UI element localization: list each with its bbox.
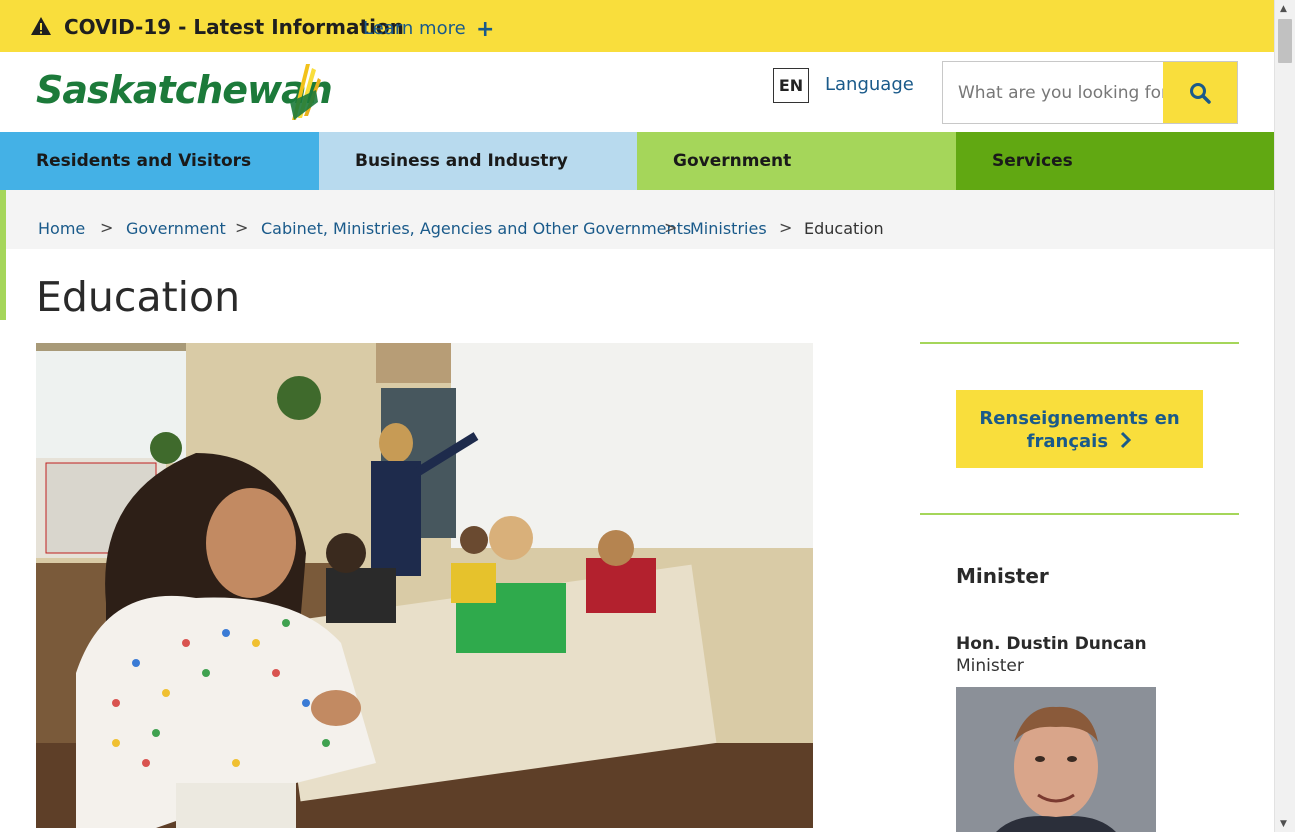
learn-more-link[interactable]: Learn more bbox=[363, 18, 466, 39]
chevron-right-icon bbox=[1121, 431, 1132, 449]
warning-icon bbox=[31, 17, 51, 35]
nav-residents-and-visitors[interactable]: Residents and Visitors bbox=[0, 132, 319, 190]
wheat-sheaf-icon bbox=[290, 64, 321, 120]
breadcrumb-home[interactable]: Home bbox=[38, 219, 85, 238]
scrollbar-thumb[interactable] bbox=[1278, 19, 1292, 63]
nav-services[interactable]: Services bbox=[956, 132, 1274, 190]
breadcrumb: Home > Government > Cabinet, Ministries,… bbox=[0, 190, 1274, 249]
breadcrumb-separator-icon: > bbox=[100, 218, 114, 237]
french-button-line1: Renseignements en bbox=[979, 408, 1180, 429]
language-link[interactable]: Language bbox=[825, 74, 914, 95]
breadcrumb-cabinet[interactable]: Cabinet, Ministries, Agencies and Other … bbox=[261, 219, 691, 238]
covid-alert-bar: COVID-19 - Latest Information Learn more… bbox=[0, 0, 1274, 52]
language-code-button[interactable]: EN bbox=[773, 68, 809, 103]
breadcrumb-current: Education bbox=[804, 219, 884, 238]
french-information-button[interactable]: Renseignements en français bbox=[956, 390, 1203, 468]
page: COVID-19 - Latest Information Learn more… bbox=[0, 0, 1274, 832]
expand-alert-button[interactable]: + bbox=[476, 17, 494, 42]
scroll-up-arrow-icon[interactable]: ▲ bbox=[1280, 4, 1287, 14]
breadcrumb-separator-icon: > bbox=[235, 218, 249, 237]
sidebar-divider bbox=[920, 513, 1239, 515]
nav-government-label: Government bbox=[673, 151, 792, 171]
section-accent-bar bbox=[0, 190, 6, 320]
breadcrumb-ministries[interactable]: Ministries bbox=[690, 219, 767, 238]
vertical-scrollbar[interactable]: ▲ ▼ bbox=[1274, 0, 1295, 832]
breadcrumb-separator-icon: > bbox=[664, 218, 678, 237]
search-button[interactable] bbox=[1163, 62, 1237, 123]
minister-heading: Minister bbox=[956, 564, 1049, 588]
french-button-line2: français bbox=[1026, 431, 1109, 452]
minister-photo bbox=[956, 687, 1156, 832]
saskatchewan-logo[interactable]: Saskatchewan bbox=[36, 62, 333, 124]
classroom-hero-image bbox=[36, 343, 813, 828]
breadcrumb-government[interactable]: Government bbox=[126, 219, 226, 238]
page-title: Education bbox=[36, 273, 241, 321]
minister-name: Hon. Dustin Duncan bbox=[956, 634, 1147, 654]
search-icon bbox=[1190, 83, 1211, 104]
search-box bbox=[942, 61, 1238, 124]
search-input[interactable] bbox=[943, 62, 1164, 123]
minister-role: Minister bbox=[956, 656, 1024, 676]
sidebar-divider bbox=[920, 342, 1239, 344]
breadcrumb-separator-icon: > bbox=[779, 218, 793, 237]
nav-business-and-industry[interactable]: Business and Industry bbox=[319, 132, 637, 190]
alert-title: COVID-19 - Latest Information bbox=[64, 15, 404, 39]
scroll-down-arrow-icon[interactable]: ▼ bbox=[1280, 819, 1287, 829]
